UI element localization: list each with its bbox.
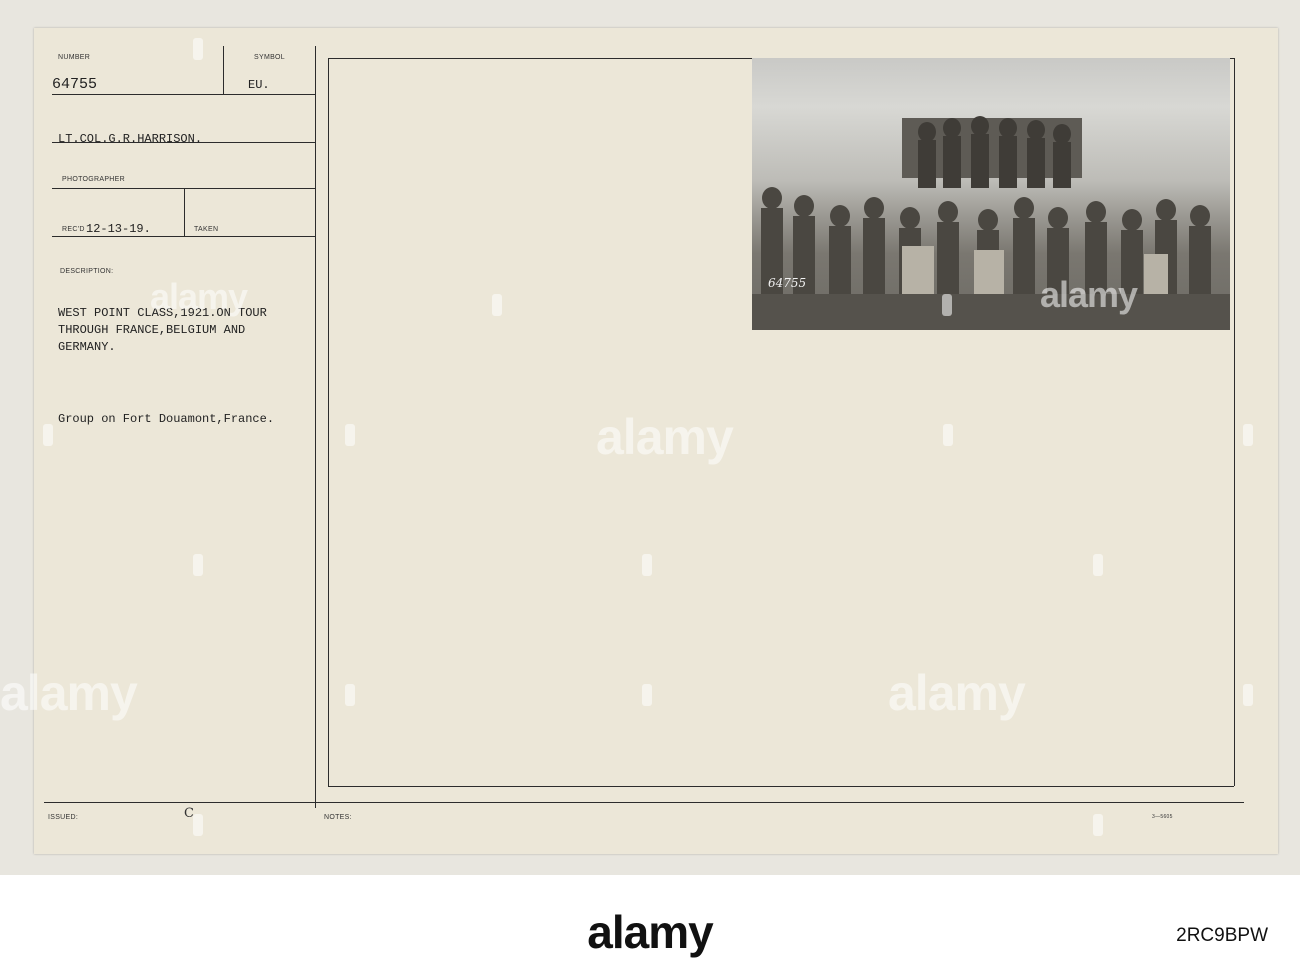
watermark-mark [193,814,203,836]
field-divider [223,46,224,94]
form-code: 3—5605 [1152,814,1173,820]
symbol-value: EU. [248,78,270,92]
watermark-mark [642,554,652,576]
issued-label: ISSUED: [48,814,79,821]
notes-label: NOTES: [324,814,352,821]
watermark-mark [193,554,203,576]
recd-line [52,236,315,237]
frame-bottom [328,786,1234,787]
description-line-2: THROUGH FRANCE,BELGIUM AND [58,323,246,337]
watermark-mark [43,424,53,446]
photographer-label: PHOTOGRAPHER [62,176,125,183]
watermark-5: alamy [1040,274,1138,315]
watermark-mark [943,424,953,446]
watermark-1: alamy [150,276,248,317]
number-value: 64755 [52,76,98,93]
photo-crowd-illustration [752,116,1230,330]
symbol-label: SYMBOL [254,54,285,61]
image-id: 2RC9BPW [1176,925,1268,946]
recd-divider [184,188,185,236]
watermark-mark [1243,684,1253,706]
watermark-mark [345,424,355,446]
watermark-mark [492,294,502,316]
description-label: DESCRIPTION: [60,268,114,275]
watermark-3: alamy [0,665,138,721]
archival-photo: 64755 [752,58,1230,330]
watermark-mark [642,684,652,706]
watermark-2: alamy [596,409,734,465]
watermark-mark [193,38,203,60]
recd-date: 12-13-19. [86,222,151,236]
watermark-mark [1243,424,1253,446]
photographer-value: LT.COL.G.R.HARRISON. [58,132,203,146]
frame-left [328,58,329,786]
column-divider [315,46,316,808]
description-line-3: GERMANY. [58,340,116,354]
bottom-rule [44,802,1244,803]
watermark-mark [942,294,952,316]
alamy-logo: alamy [587,906,713,958]
frame-right [1234,58,1235,786]
photographer-line [52,142,315,143]
photo-number: 64755 [768,276,807,290]
taken-label: TAKEN [194,226,219,233]
caption: Group on Fort Douamont,France. [58,412,275,426]
watermark-4: alamy [888,665,1026,721]
watermark-mark [1093,554,1103,576]
watermark-mark [345,684,355,706]
number-label: NUMBER [58,54,91,61]
number-line [52,94,315,95]
recd-label: REC'D [62,226,85,233]
watermark-mark [1093,814,1103,836]
